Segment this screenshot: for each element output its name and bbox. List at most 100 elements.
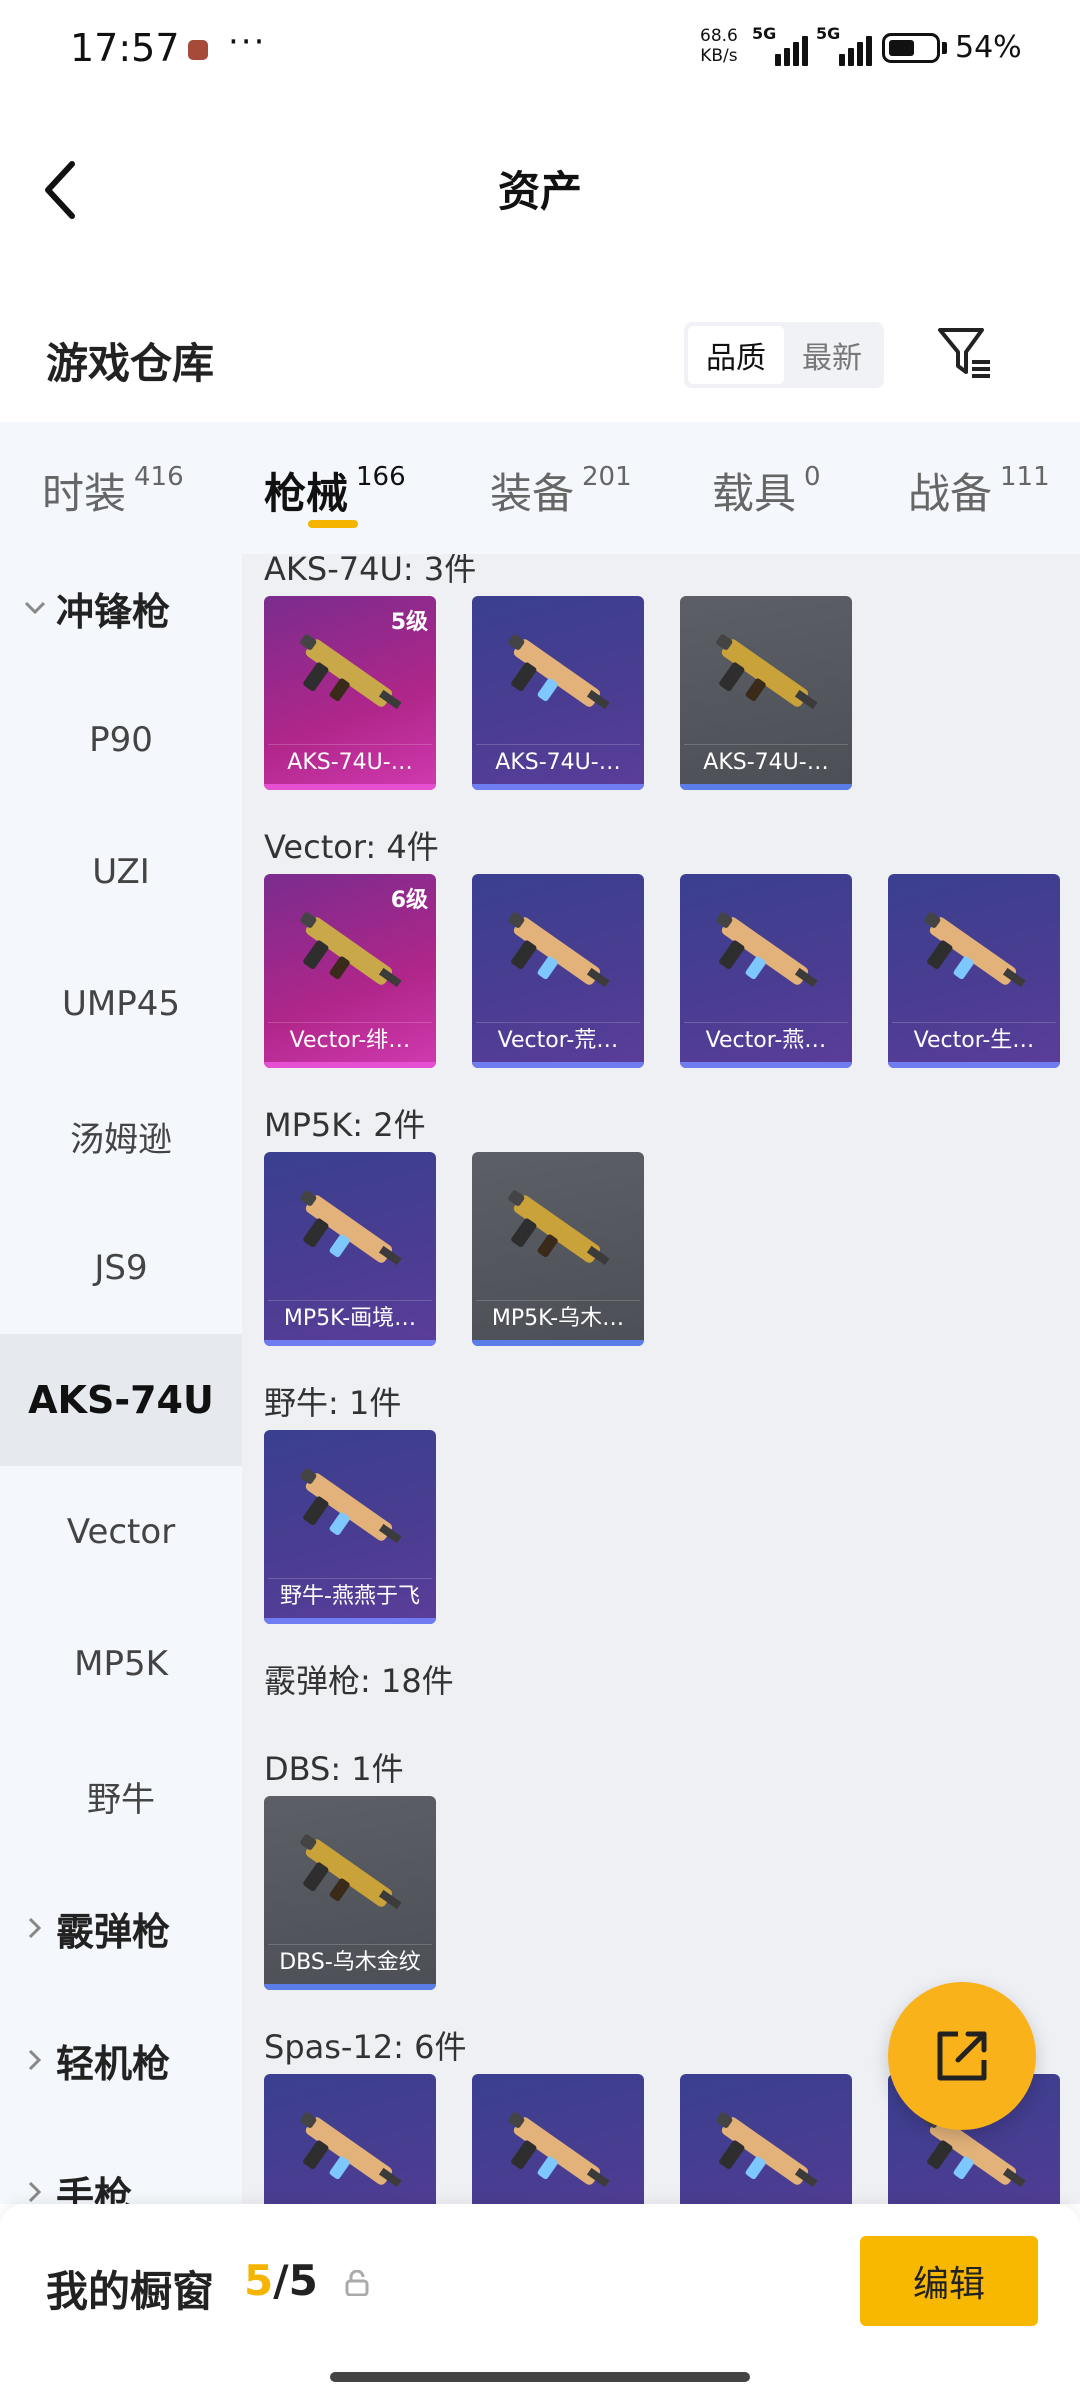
weapon-grid: AKS-74U: 3件 5级 AKS-74U-… AKS-74U-… AKS-74U-…… (242, 554, 1080, 2204)
sidebar-item[interactable]: P90 (0, 674, 242, 806)
rarity-bar (264, 1984, 436, 1990)
chevron-right-icon (20, 2181, 50, 2203)
weapon-card[interactable]: MP5K-乌木… (472, 1152, 644, 1346)
sidebar-item[interactable]: UZI (0, 806, 242, 938)
weapon-card[interactable]: AKS-74U-… (680, 596, 852, 790)
weapon-category-sidebar: 冲锋枪 P90 UZI UMP45 汤姆逊 JS9 AKS-74U Vector MP5K 野牛霰… (0, 554, 242, 2204)
network-type-1: 5G (752, 24, 777, 43)
rarity-bar (264, 1062, 436, 1068)
weapon-name: Vector-燕… (684, 1022, 848, 1058)
weapon-name: DBS-乌木金纹 (268, 1944, 432, 1980)
weapon-card[interactable]: Vector-燕… (680, 874, 852, 1068)
active-tab-indicator (308, 520, 358, 528)
weapon-image (300, 634, 402, 710)
sidebar-item-label: UMP45 (62, 984, 180, 1024)
sidebar-item[interactable]: Vector (0, 1466, 242, 1598)
page-title: 资产 (497, 167, 582, 216)
battery-tip (942, 42, 947, 54)
weapon-name: Vector-生… (892, 1022, 1056, 1058)
tab-supplies[interactable]: 战备 111 (908, 460, 1050, 521)
sidebar-item[interactable]: 轻机枪 (0, 1994, 242, 2126)
rarity-bar (472, 1340, 644, 1346)
weapon-card[interactable] (264, 2074, 436, 2204)
sidebar-item-label: 野牛 (87, 1779, 155, 1820)
showcase-total: /5 (273, 2256, 318, 2305)
showcase-bar: 我的橱窗 5/5 编辑 (0, 2204, 1080, 2400)
weapon-image (508, 1190, 610, 1266)
weapon-level: 5级 (390, 610, 428, 635)
sidebar-item[interactable]: UMP45 (0, 938, 242, 1070)
rarity-bar (264, 1618, 436, 1624)
tab-count: 0 (804, 462, 821, 492)
tab-vehicles[interactable]: 载具 0 (712, 460, 821, 521)
sidebar-item-label: Vector (66, 1512, 176, 1552)
app-header: 资产 (0, 100, 1080, 280)
weapon-image (300, 1834, 402, 1910)
weapon-card[interactable]: 野牛-燕燕于飞 (264, 1430, 436, 1624)
tab-count: 111 (1000, 462, 1050, 492)
rarity-bar (472, 784, 644, 790)
sidebar-item-label: P90 (89, 720, 153, 760)
status-bar: 17:57 ··· 68.6 KB/s 5G 5G 54% (0, 0, 1080, 100)
showcase-count: 5/5 (244, 2256, 318, 2305)
showcase-label: 我的橱窗 (46, 2267, 215, 2316)
signal-icon-2: 5G (816, 24, 872, 66)
weapon-card[interactable]: 6级 Vector-绯… (264, 874, 436, 1068)
filter-icon (938, 328, 990, 378)
signal-icon: 5G (752, 24, 808, 66)
sidebar-item-label: AKS-74U (28, 1378, 214, 1422)
sidebar-item[interactable]: 霰弹枪 (0, 1862, 242, 1994)
rarity-bar (472, 1062, 644, 1068)
weapon-image (508, 2112, 610, 2188)
tab-count: 201 (582, 462, 632, 492)
chevron-down-icon (20, 601, 50, 615)
tab-firearms[interactable]: 枪械 166 (264, 460, 406, 521)
weapon-card[interactable]: Vector-生… (888, 874, 1060, 1068)
tab-fashion[interactable]: 时装 416 (42, 460, 184, 521)
home-indicator[interactable] (330, 2372, 750, 2382)
showcase-current: 5 (244, 2256, 274, 2305)
sidebar-item[interactable]: 冲锋枪 (0, 554, 242, 674)
sidebar-item[interactable]: AKS-74U (0, 1334, 242, 1466)
weapon-name: MP5K-乌木… (476, 1300, 640, 1336)
sidebar-item[interactable]: JS9 (0, 1202, 242, 1334)
weapon-card[interactable] (680, 2074, 852, 2204)
tab-label: 时装 (42, 469, 127, 518)
rarity-bar (888, 1062, 1060, 1068)
weapon-image (508, 634, 610, 710)
share-button[interactable] (888, 1982, 1036, 2130)
edit-button[interactable]: 编辑 (860, 2236, 1038, 2326)
weapon-level: 6级 (390, 888, 428, 913)
sort-toggle: 品质 最新 (684, 322, 884, 388)
weapon-card[interactable]: AKS-74U-… (472, 596, 644, 790)
weapon-card[interactable] (472, 2074, 644, 2204)
sidebar-item[interactable]: MP5K (0, 1598, 242, 1730)
sidebar-item[interactable]: 手枪 (0, 2126, 242, 2204)
sidebar-item[interactable]: 汤姆逊 (0, 1070, 242, 1202)
sidebar-item-label: JS9 (94, 1248, 148, 1288)
weapon-card[interactable]: Vector-荒… (472, 874, 644, 1068)
sidebar-item-label: 手枪 (56, 2173, 133, 2205)
section-label: 野牛: 1件 (264, 1384, 402, 1422)
weapon-card[interactable]: MP5K-画境… (264, 1152, 436, 1346)
weapon-card[interactable]: DBS-乌木金纹 (264, 1796, 436, 1990)
notification-app-icon (188, 40, 208, 60)
sort-quality-button[interactable]: 品质 (688, 326, 784, 384)
weapon-name: AKS-74U-… (476, 744, 640, 780)
sort-newest-button[interactable]: 最新 (784, 326, 880, 384)
weapon-name: 野牛-燕燕于飞 (268, 1578, 432, 1614)
battery-icon (882, 33, 940, 63)
rarity-bar (680, 1062, 852, 1068)
filter-button[interactable] (934, 322, 994, 382)
section-label: Vector: 4件 (264, 828, 439, 866)
sidebar-item-label: 冲锋枪 (56, 589, 171, 634)
tab-label: 枪械 (264, 469, 349, 518)
network-speed: 68.6 KB/s (700, 26, 738, 66)
weapon-card[interactable]: 5级 AKS-74U-… (264, 596, 436, 790)
weapon-name: AKS-74U-… (684, 744, 848, 780)
chevron-right-icon (20, 2049, 50, 2071)
weapon-image (716, 2112, 818, 2188)
tab-equipment[interactable]: 装备 201 (490, 460, 632, 521)
tab-label: 战备 (908, 469, 993, 518)
sidebar-item[interactable]: 野牛 (0, 1730, 242, 1862)
